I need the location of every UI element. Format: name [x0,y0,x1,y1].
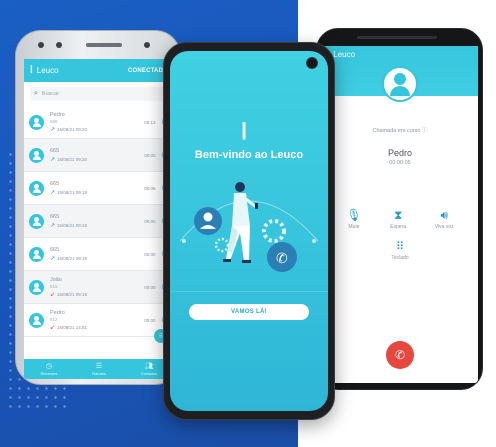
info-icon: ⓘ [422,128,428,134]
contact-avatar-icon [29,279,44,295]
brand-name: Leuco [36,66,59,75]
contact-avatar-icon [29,180,44,196]
call-row[interactable]: 665 ↗15/08/21 09:19 00:00 ✆ [24,205,174,238]
speaker-button[interactable]: 🔊︎ Viva voz [435,208,454,230]
brand-name: Leuco [333,50,356,59]
sensor-icon [56,42,62,48]
clock-icon: ◷ [45,363,53,370]
hold-button[interactable]: ⧗ Espera [390,208,406,230]
mic-off-icon: 🎙︎ [346,208,362,222]
outgoing-arrow-icon: ↗ [50,189,56,196]
recent-calls-screen: ⅼ Leuco CONECTADO ⌕ Buscar Pedro 555 ↗ 15… [24,59,174,379]
connection-status: CONECTADO [127,67,168,74]
speaker-icon: 🔊︎ [440,208,449,222]
sensor-icon [144,42,150,48]
contact-avatar-icon [29,312,44,328]
outgoing-arrow-icon: ↗ [50,126,56,133]
leuco-logo-icon: ⅼ [30,65,33,76]
call-timer: 00:00:05 [389,160,411,166]
phone-in-call: ⅼ Leuco Chamada em curso ⓘ Pedro 00:00:0… [316,28,483,390]
caller-avatar [382,66,418,102]
call-row[interactable]: Pedro 512 ↙15/08/21 14:51 00:00 ✆ [24,304,174,337]
welcome-illustration: ✆ [170,182,328,292]
contact-avatar-icon [29,246,44,262]
hangup-button[interactable]: ✆ [386,341,414,369]
gear-icon [214,237,230,253]
person-shirt [232,193,250,226]
tab-ramais[interactable]: ☰ Ramais [74,359,124,379]
contact-avatar-icon [29,114,44,130]
keypad-button[interactable]: ⠿ Teclado [322,240,478,261]
in-call-screen: ⅼ Leuco Chamada em curso ⓘ Pedro 00:00:0… [322,46,478,383]
missed-arrow-icon: ↙ [50,324,56,331]
camera-icon [306,57,318,69]
brand: ⅼ Leuco [30,65,59,76]
call-row[interactable]: 665 ↗15/08/21 09:19 00:06 ✆ [24,172,174,205]
keypad-icon: ⠿ [395,241,405,253]
speaker-grille [86,43,122,47]
contact-avatar-icon [29,213,44,229]
tab-recentes[interactable]: ◷ Recentes [24,359,74,379]
outgoing-arrow-icon: ↗ [50,156,56,163]
phone-welcome: ⅼ Bem-vindo ao Leuco ✆ VAMOS LÁ! [163,42,335,420]
camera-icon [38,42,44,48]
speaker-grille [357,36,437,39]
call-row[interactable]: 665 ↗15/08/21 09:19 00:00 ✆ [24,238,174,271]
search-icon: ⌕ [34,90,38,97]
gear-icon [262,219,286,243]
caller-name: Pedro [387,148,413,158]
welcome-title: Bem-vindo ao Leuco [194,149,304,161]
bottom-tab-bar: ◷ Recentes ☰ Ramais 👥︎ Contatos [24,359,174,379]
call-row[interactable]: 665 ↗15/08/21 09:20 00:00 ✆ [24,139,174,172]
welcome-screen: ⅼ Bem-vindo ao Leuco ✆ VAMOS LÁ! [170,51,328,411]
leuco-logo-icon: ⅼ [241,119,248,144]
outgoing-arrow-icon: ↗ [50,222,56,229]
call-actions: 🎙︎ Mute ⧗ Espera 🔊︎ Viva voz [322,208,478,230]
call-row[interactable]: Pedro 555 ↗15/08/21 09:20 00:13 ✆ [24,106,174,139]
phone-top-bezel [16,31,180,59]
call-row[interactable]: João 515 ↙15/08/21 09:18 00:00 ✆ [24,271,174,304]
missed-arrow-icon: ↙ [50,291,56,298]
svg-text:✆: ✆ [276,251,288,267]
hourglass-icon: ⧗ [393,208,403,222]
search-input[interactable]: ⌕ Buscar [30,87,168,101]
contact-avatar-icon [29,147,44,163]
person-head [235,182,245,192]
outgoing-arrow-icon: ↗ [50,255,56,262]
app-header: ⅼ Leuco CONECTADO [24,59,174,82]
list-icon: ☰ [95,363,103,370]
contacts-icon: 👥︎ [144,363,154,370]
in-call-header: ⅼ Leuco [322,46,478,102]
call-status-text: Chamada em curso ⓘ [372,128,428,134]
hangup-icon: ✆ [394,348,406,362]
mute-button[interactable]: 🎙︎ Mute [346,208,361,230]
phone-call-history: ⅼ Leuco CONECTADO ⌕ Buscar Pedro 555 ↗ 15… [15,30,181,385]
vamos-la-button[interactable]: VAMOS LÁ! [189,304,309,320]
